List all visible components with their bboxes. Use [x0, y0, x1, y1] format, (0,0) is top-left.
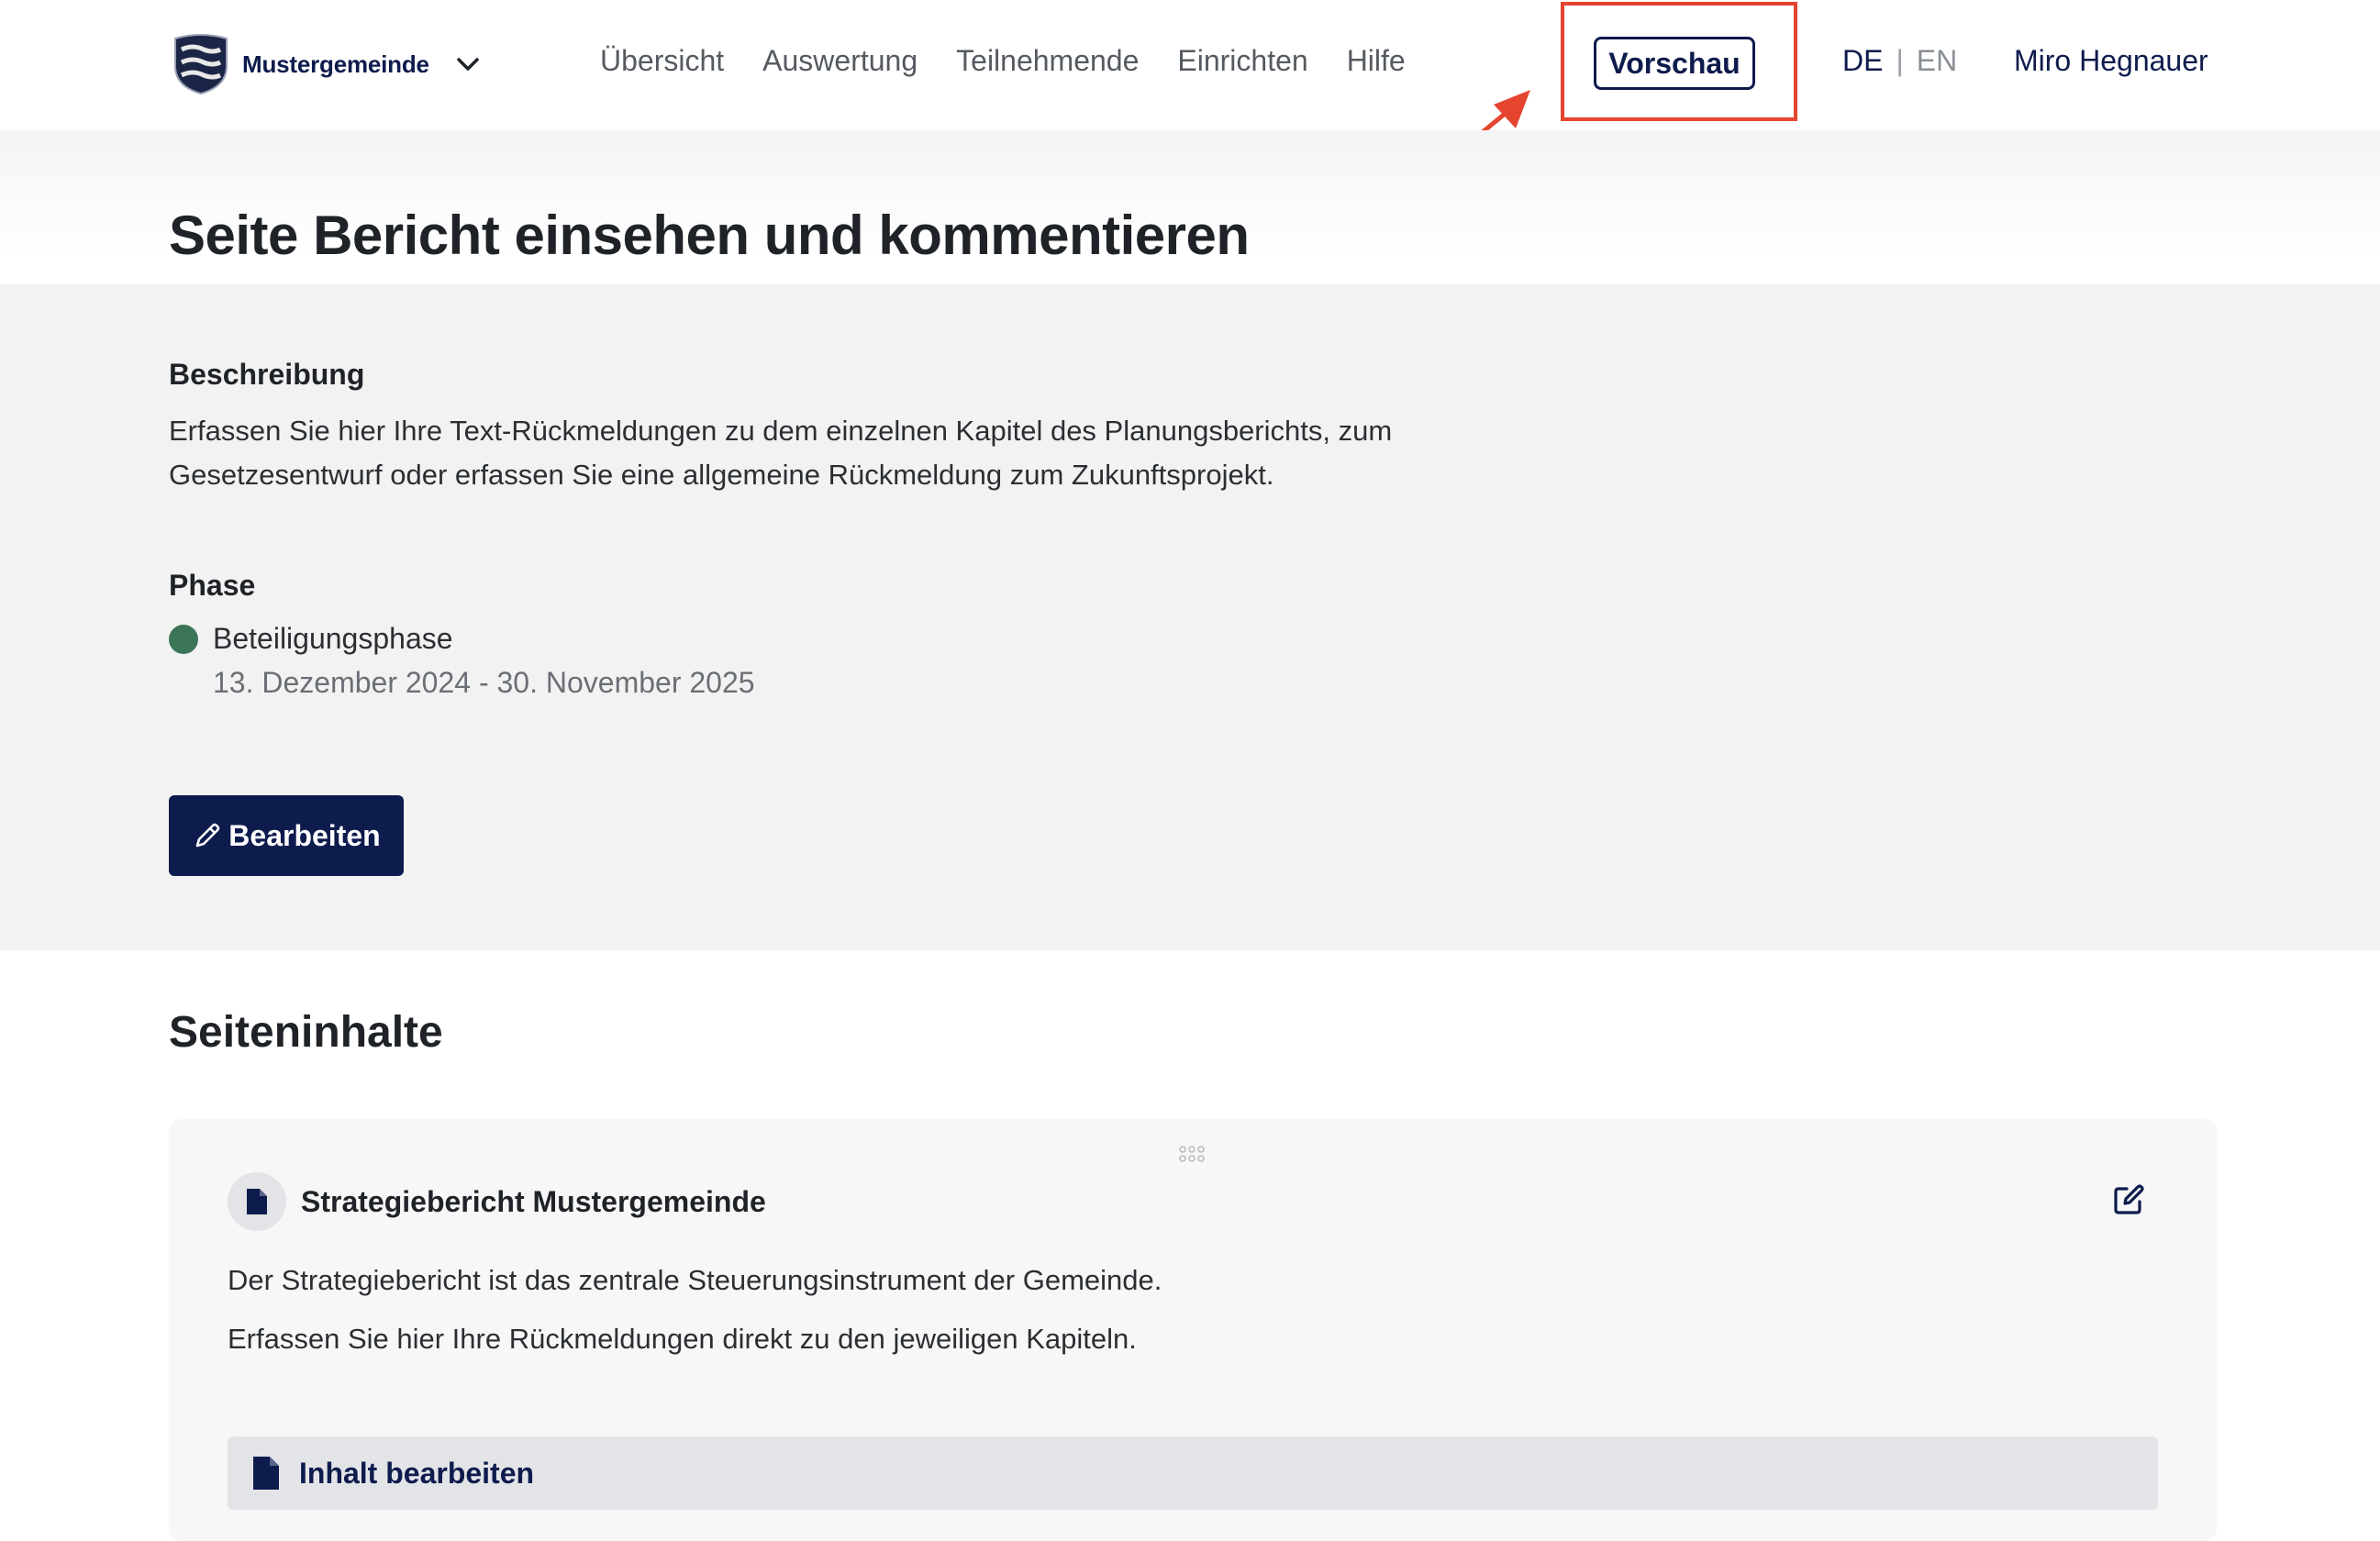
edit-content-button[interactable]: Inhalt bearbeiten [228, 1436, 2158, 1510]
phase-status: Beteiligungsphase [169, 622, 453, 656]
municipality-name: Mustergemeinde [242, 50, 429, 78]
page-title: Seite Bericht einsehen und kommentieren [169, 205, 1250, 266]
lang-de-link[interactable]: DE [1842, 44, 1883, 78]
description-line: Erfassen Sie hier Ihre Text-Rückmeldunge… [169, 415, 1393, 447]
drag-handle-icon[interactable] [1178, 1145, 1206, 1163]
nav-einrichten[interactable]: Einrichten [1177, 44, 1307, 78]
lang-separator: | [1896, 44, 1904, 77]
top-header: Mustergemeinde Übersicht Auswertung Teil… [0, 0, 2380, 130]
main-nav: Übersicht Auswertung Teilnehmende Einric… [600, 44, 1444, 78]
document-icon [253, 1457, 279, 1490]
phase-status-dot [169, 624, 198, 654]
phase-label: Phase [169, 569, 256, 602]
lang-en-link[interactable]: EN [1917, 44, 1957, 78]
description-text: Erfassen Sie hier Ihre Text-Rückmeldunge… [169, 409, 1545, 497]
description-line: Gesetzesentwurf oder erfassen Sie eine a… [169, 459, 1274, 491]
municipality-crest-icon [174, 34, 228, 95]
user-menu[interactable]: Miro Hegnauer [2014, 44, 2208, 78]
chevron-down-icon [457, 58, 479, 71]
phase-dates: 13. Dezember 2024 - 30. November 2025 [213, 666, 755, 699]
language-switcher: DE | EN [1842, 44, 1957, 78]
description-label: Beschreibung [169, 358, 365, 391]
page-contents-title: Seiteninhalte [169, 1008, 443, 1057]
nav-auswertung[interactable]: Auswertung [762, 44, 918, 78]
nav-uebersicht[interactable]: Übersicht [600, 44, 724, 78]
edit-content-label: Inhalt bearbeiten [299, 1456, 535, 1490]
edit-page-button-label: Bearbeiten [228, 818, 381, 852]
document-icon-badge [228, 1172, 286, 1231]
content-block-card: Strategiebericht Mustergemeinde Der Stra… [169, 1119, 2217, 1541]
nav-teilnehmende[interactable]: Teilnehmende [956, 44, 1139, 78]
nav-hilfe[interactable]: Hilfe [1347, 44, 1406, 78]
document-icon [247, 1189, 267, 1214]
phase-name: Beteiligungsphase [213, 622, 453, 655]
content-block-paragraph: Erfassen Sie hier Ihre Rückmeldungen dir… [228, 1323, 1137, 1355]
pencil-icon [195, 823, 220, 848]
edit-page-button[interactable]: Bearbeiten [169, 795, 404, 876]
edit-square-icon[interactable] [2112, 1183, 2145, 1216]
preview-button[interactable]: Vorschau [1594, 37, 1755, 90]
content-block-title: Strategiebericht Mustergemeinde [301, 1185, 766, 1218]
content-block-paragraph: Der Strategiebericht ist das zentrale St… [228, 1264, 1162, 1296]
municipality-switcher[interactable]: Mustergemeinde [172, 33, 483, 95]
